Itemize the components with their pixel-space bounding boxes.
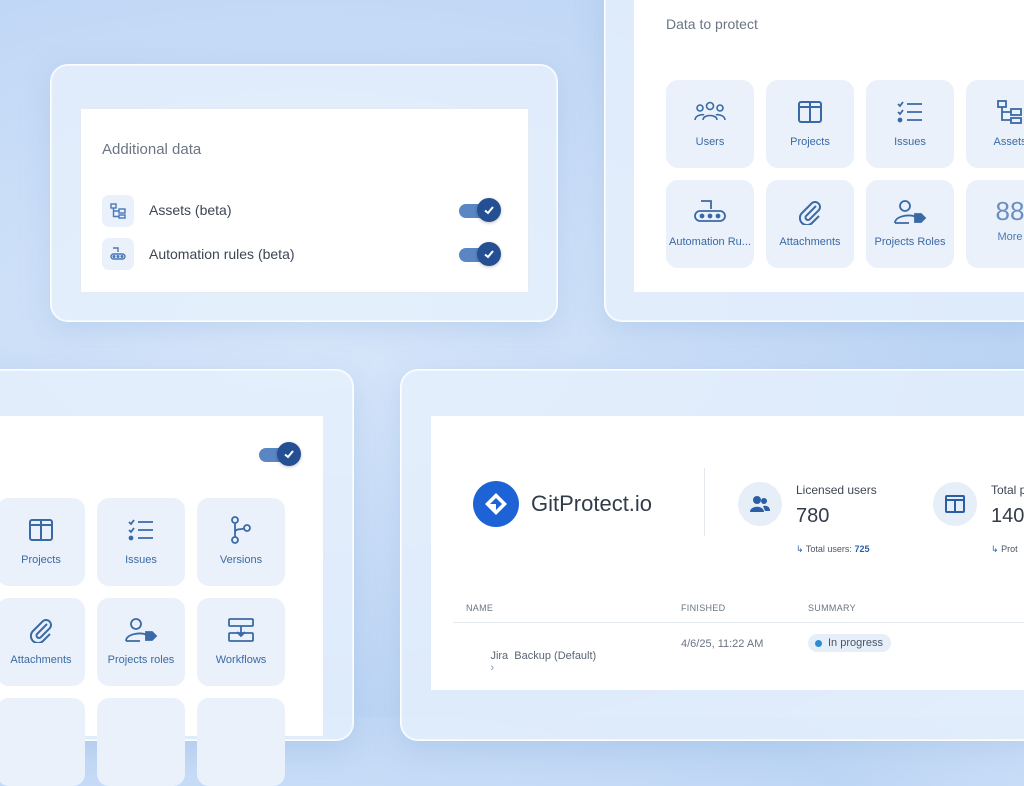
automation-toggle[interactable] bbox=[459, 242, 501, 266]
additional-data-title: Additional data bbox=[102, 141, 202, 158]
total-users-line: ↳ Total users: 725 bbox=[796, 544, 869, 555]
tile-issues-label: Issues bbox=[894, 136, 926, 148]
licensed-users-value: 780 bbox=[796, 505, 830, 527]
gitprotect-logo bbox=[473, 481, 519, 527]
tile-projects[interactable]: Projects bbox=[0, 498, 85, 586]
entities-panel: Projects Issues Versions Attachments Pro… bbox=[0, 369, 354, 786]
table-header-finished: FINISHED bbox=[681, 603, 726, 613]
protected-line: ↳ Prot bbox=[991, 544, 1018, 555]
automation-icon bbox=[102, 238, 134, 270]
project-roles-icon bbox=[124, 616, 158, 644]
assets-icon bbox=[996, 98, 1024, 126]
users-icon bbox=[738, 482, 782, 526]
additional-data-card: Additional data Assets (beta) Automation… bbox=[80, 108, 529, 293]
assets-label: Assets (beta) bbox=[149, 202, 232, 218]
tile-projects-label: Projects bbox=[790, 136, 830, 148]
tile-workflows[interactable]: Workflows bbox=[197, 598, 285, 686]
tile-partial[interactable] bbox=[97, 698, 185, 786]
project-roles-icon bbox=[893, 198, 927, 226]
issues-icon bbox=[896, 98, 924, 126]
automation-icon bbox=[693, 198, 727, 226]
return-arrow-icon: ↳ bbox=[991, 544, 999, 554]
table-row[interactable]: Jira Backup (Default) › 4/6/25, 11:22 AM… bbox=[453, 623, 1024, 674]
tile-attachments[interactable]: Attachments bbox=[766, 180, 854, 268]
attachments-icon bbox=[28, 616, 54, 644]
backup-name-text: Jira Backup (Default) bbox=[490, 650, 597, 662]
tile-versions[interactable]: Versions bbox=[197, 498, 285, 586]
protected-label: Prot bbox=[1001, 544, 1018, 554]
tile-automation[interactable]: Automation Ru... bbox=[666, 180, 754, 268]
tile-projects-label: Projects bbox=[21, 554, 61, 566]
users-icon bbox=[693, 98, 727, 126]
backup-finished: 4/6/25, 11:22 AM bbox=[681, 638, 764, 650]
tile-more[interactable]: 88 More bbox=[966, 180, 1024, 268]
brand-name: GitProtect.io bbox=[531, 491, 653, 516]
issues-icon bbox=[127, 516, 155, 544]
status-text: In progress bbox=[828, 637, 884, 649]
tile-workflows-label: Workflows bbox=[215, 654, 267, 666]
tile-project-roles[interactable]: Projects Roles bbox=[866, 180, 954, 268]
tile-users[interactable]: Users bbox=[666, 80, 754, 168]
brand-divider bbox=[704, 468, 705, 536]
tile-issues-label: Issues bbox=[125, 554, 157, 566]
status-badge: In progress bbox=[808, 634, 892, 652]
tile-assets[interactable]: Assets bbox=[966, 80, 1024, 168]
tile-project-roles[interactable]: Projects roles bbox=[97, 598, 185, 686]
entities-card: Projects Issues Versions Attachments Pro… bbox=[0, 416, 323, 786]
tile-partial[interactable] bbox=[197, 698, 285, 786]
projects-icon bbox=[933, 482, 977, 526]
more-count: 88 bbox=[995, 196, 1024, 226]
tile-attachments[interactable]: Attachments bbox=[0, 598, 85, 686]
tile-versions-label: Versions bbox=[219, 554, 263, 566]
tile-more-label: More bbox=[997, 231, 1023, 243]
assets-icon bbox=[102, 195, 134, 227]
projects-icon bbox=[28, 516, 54, 544]
backup-name[interactable]: Jira Backup (Default) › bbox=[466, 638, 596, 686]
automation-label: Automation rules (beta) bbox=[149, 246, 295, 262]
total-projects-value: 140 bbox=[991, 505, 1024, 527]
assets-toggle[interactable] bbox=[459, 198, 501, 222]
status-dot-icon bbox=[815, 639, 822, 647]
tile-attachments-label: Attachments bbox=[779, 236, 841, 248]
data-to-protect-panel: Data to protect Users Projects Issues As… bbox=[604, 0, 1024, 322]
table-header-name: NAME bbox=[466, 603, 494, 613]
projects-icon bbox=[797, 98, 823, 126]
tile-projects[interactable]: Projects bbox=[766, 80, 854, 168]
additional-data-panel: Additional data Assets (beta) Automation… bbox=[50, 64, 558, 322]
tile-assets-label: Assets bbox=[993, 136, 1024, 148]
tile-automation-label: Automation Ru... bbox=[669, 236, 751, 248]
workflows-icon bbox=[227, 616, 255, 644]
tile-partial[interactable] bbox=[0, 698, 85, 786]
dashboard-card: GitProtect.io Licensed users 780 ↳ Total… bbox=[431, 416, 1024, 690]
licensed-users-label: Licensed users bbox=[796, 483, 877, 497]
tile-issues[interactable]: Issues bbox=[97, 498, 185, 586]
tile-issues[interactable]: Issues bbox=[866, 80, 954, 168]
return-arrow-icon: ↳ bbox=[796, 544, 804, 554]
select-all-toggle[interactable] bbox=[259, 442, 301, 466]
total-users-value[interactable]: 725 bbox=[854, 544, 869, 554]
dashboard-panel: GitProtect.io Licensed users 780 ↳ Total… bbox=[400, 369, 1024, 741]
table-header-summary: SUMMARY bbox=[808, 603, 856, 613]
total-users-label: Total users: bbox=[805, 544, 852, 554]
data-to-protect-card: Data to protect Users Projects Issues As… bbox=[634, 0, 1024, 292]
tile-users-label: Users bbox=[695, 136, 725, 148]
attachments-icon bbox=[797, 198, 823, 226]
total-projects-label: Total p bbox=[991, 483, 1024, 497]
chevron-right-icon: › bbox=[490, 662, 495, 674]
tile-project-roles-label: Projects roles bbox=[107, 654, 175, 666]
data-to-protect-title: Data to protect bbox=[666, 16, 758, 32]
tile-project-roles-label: Projects Roles bbox=[874, 236, 946, 248]
versions-icon bbox=[229, 516, 253, 544]
tile-attachments-label: Attachments bbox=[10, 654, 72, 666]
